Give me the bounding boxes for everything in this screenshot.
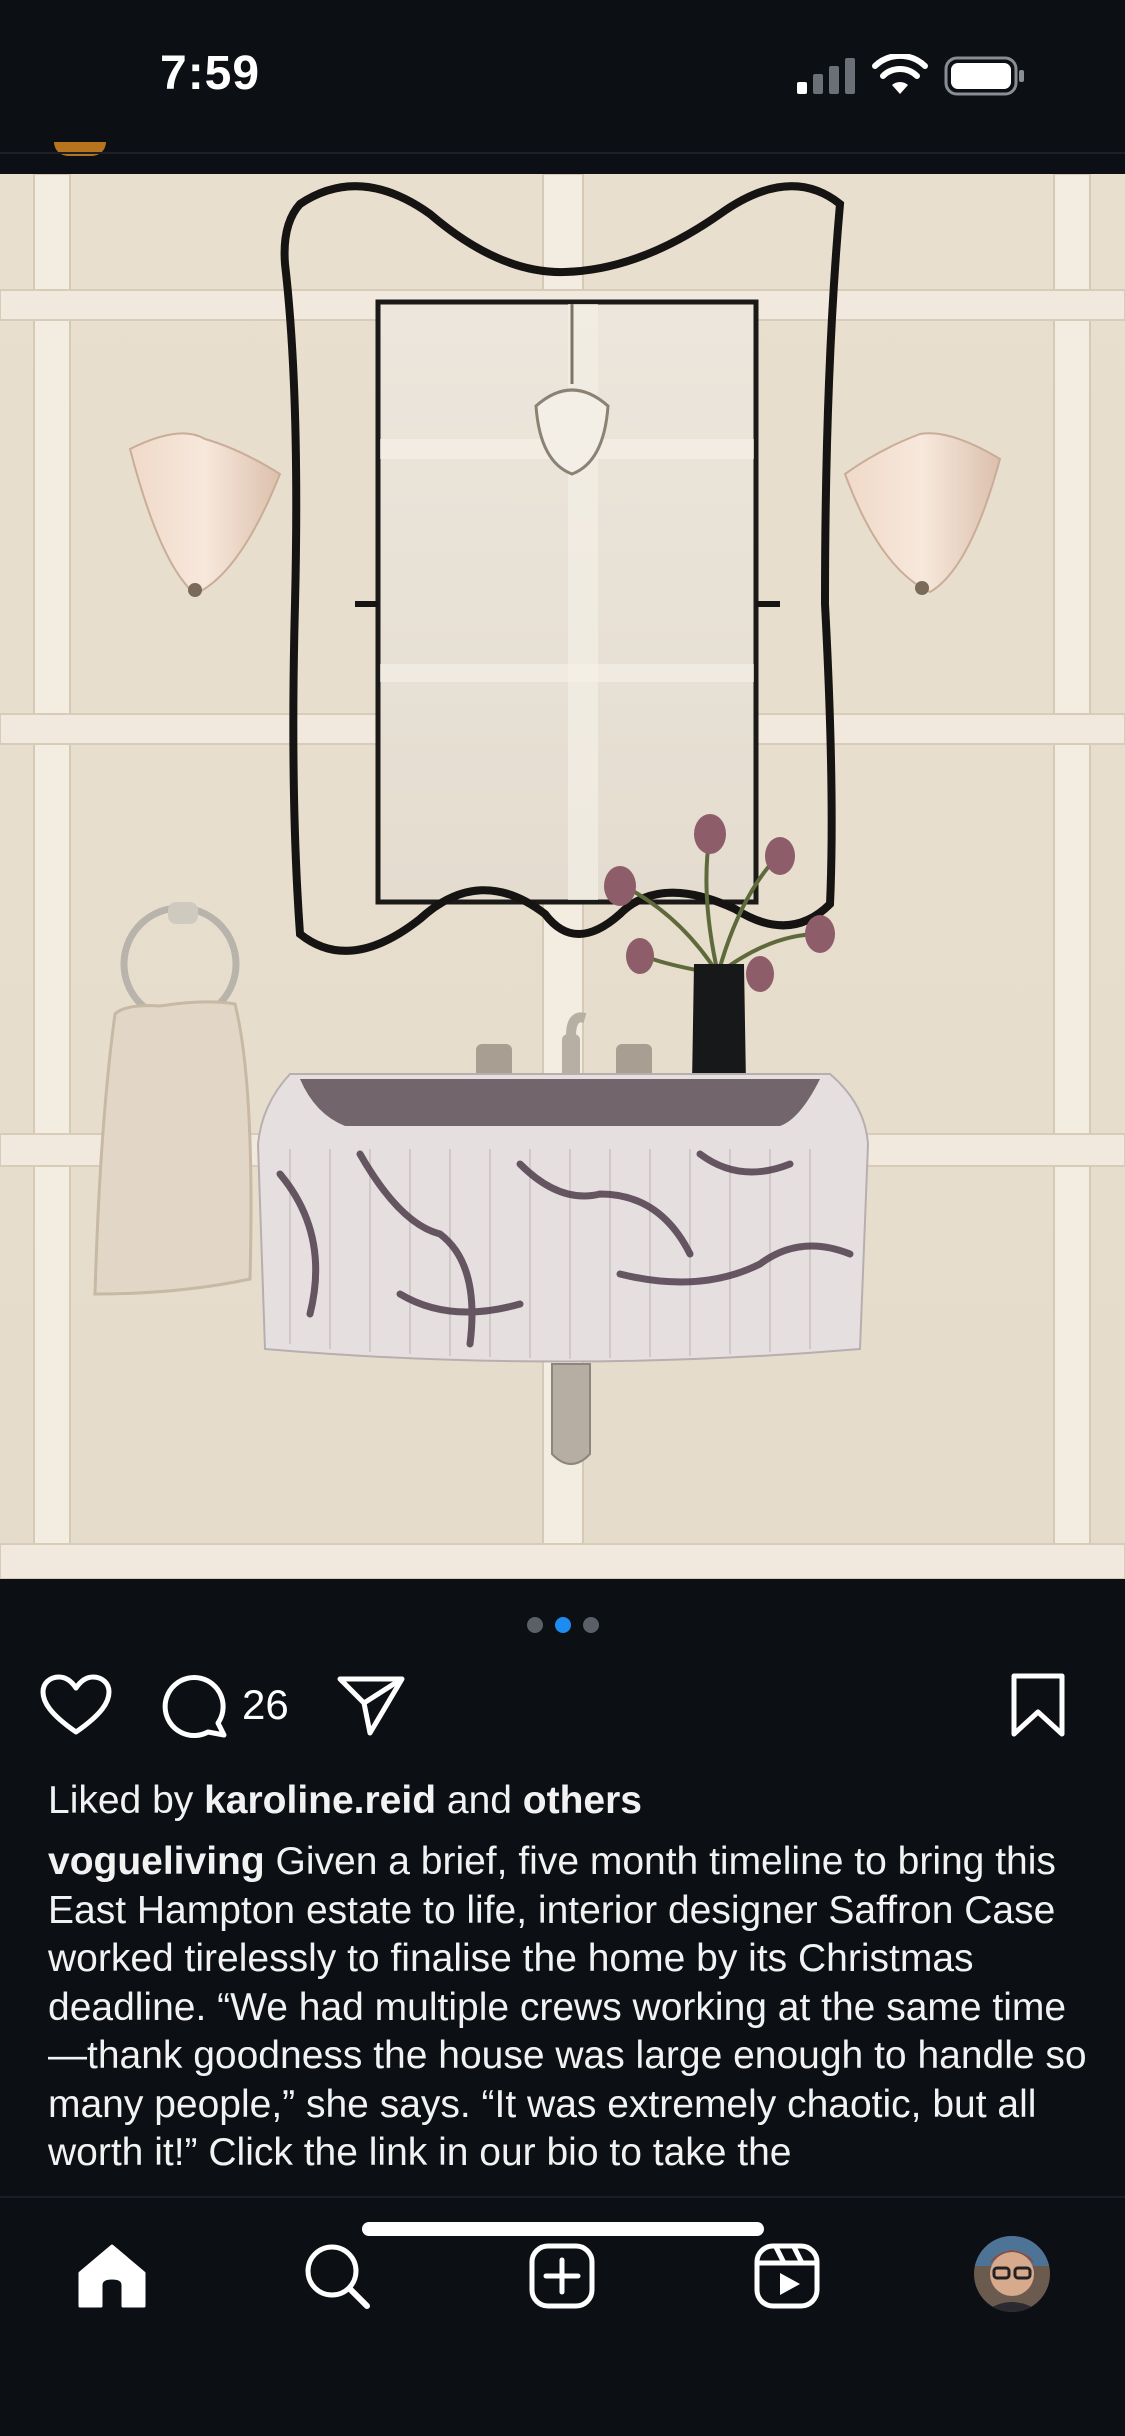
comment-count: 26 (242, 1681, 289, 1728)
liked-by-middle: and (436, 1779, 523, 1822)
save-button[interactable] (1010, 1670, 1080, 1740)
nav-home[interactable] (72, 2236, 152, 2316)
bathroom-photo (0, 174, 1125, 1579)
comment-bubble-icon (162, 1675, 227, 1739)
profile-avatar (974, 2236, 1050, 2312)
heart-icon (40, 1674, 112, 1735)
post-image[interactable] (0, 174, 1125, 1579)
home-icon (78, 2244, 146, 2308)
search-icon (305, 2244, 370, 2309)
comment-button[interactable]: 26 (160, 1670, 310, 1740)
status-time: 7:59 (160, 47, 261, 100)
reels-icon (754, 2243, 820, 2309)
liked-by-user[interactable]: karoline.reid (204, 1779, 436, 1822)
post-actions: 26 (0, 1670, 1125, 1750)
caption-text: Given a brief, five month timeline to br… (48, 1840, 1087, 2174)
carousel-dot-active (554, 1617, 571, 1633)
divider (0, 152, 1125, 154)
create-post-icon (529, 2243, 595, 2309)
wifi-icon (872, 54, 928, 94)
nav-search[interactable] (297, 2236, 377, 2316)
nav-create[interactable] (522, 2236, 602, 2316)
carousel-dot (526, 1617, 543, 1633)
bottom-navigation (0, 2196, 1125, 2436)
battery-icon (944, 56, 1024, 96)
cellular-signal-icon (797, 58, 855, 94)
share-button[interactable] (336, 1670, 416, 1740)
carousel-indicator (0, 1617, 1125, 1637)
bookmark-icon (1011, 1673, 1065, 1737)
nav-reels[interactable] (747, 2236, 827, 2316)
carousel-dot (582, 1617, 599, 1633)
paper-plane-icon (337, 1676, 405, 1736)
liked-by-text: Liked by karoline.reid and others (48, 1779, 642, 1823)
status-bar: 7:59 (0, 0, 1125, 150)
liked-by-prefix: Liked by (48, 1779, 205, 1822)
liked-by-others[interactable]: others (523, 1779, 642, 1822)
nav-profile[interactable] (972, 2234, 1052, 2314)
like-button[interactable] (40, 1670, 116, 1740)
post-caption: vogueliving Given a brief, five month ti… (48, 1838, 1088, 2196)
caption-username[interactable]: vogueliving (48, 1840, 265, 1883)
home-indicator[interactable] (362, 2222, 764, 2236)
